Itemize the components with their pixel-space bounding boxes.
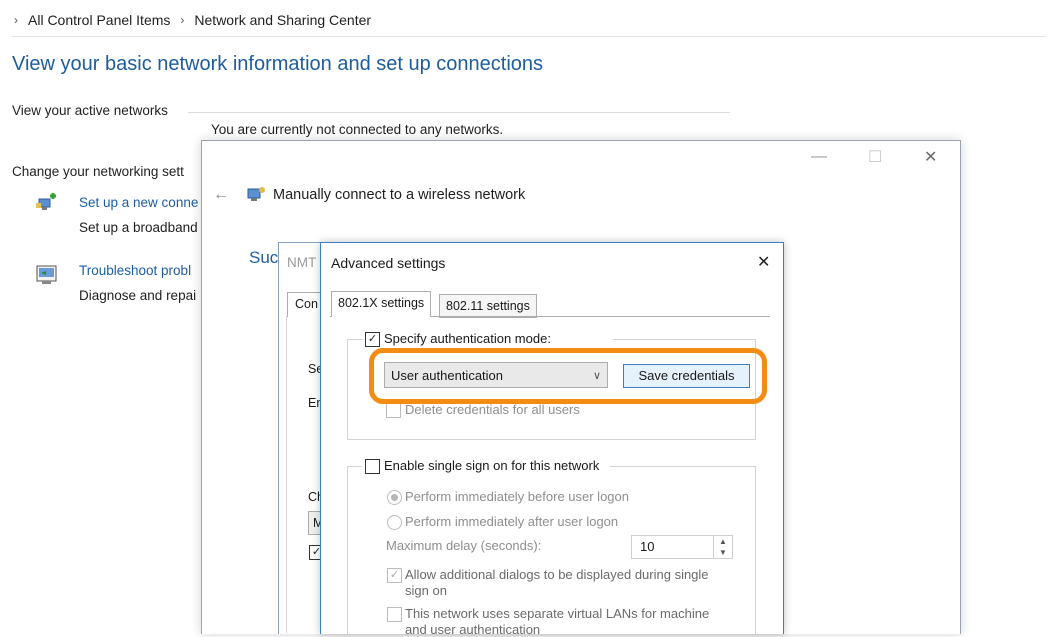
radio-after-logon[interactable] [387, 515, 402, 530]
task-desc-troubleshoot: Diagnose and repai [79, 288, 197, 303]
task-desc-setup-connection: Set up a broadband [79, 220, 198, 235]
sso-label: Enable single sign on for this network [384, 458, 600, 473]
tab-80211-label: 802.11 settings [446, 299, 530, 313]
advanced-dialog-title: Advanced settings [331, 255, 446, 271]
vlan-checkbox[interactable] [387, 607, 402, 622]
allow-dialogs-label-line2: sign on [405, 583, 447, 598]
advanced-close-icon[interactable]: ✕ [757, 252, 770, 272]
allow-dialogs-checkbox[interactable]: ✓ [387, 568, 402, 583]
max-delay-spinner[interactable]: 10 ▲ ▼ [631, 535, 733, 559]
breadcrumb-item-all-items[interactable]: All Control Panel Items [28, 12, 170, 28]
specify-auth-checkbox[interactable]: ✓ [365, 332, 380, 347]
wireless-network-icon [246, 186, 266, 204]
radio-before-logon[interactable] [387, 490, 402, 505]
troubleshoot-icon [36, 264, 58, 286]
tab-8021x-settings[interactable]: 802.1X settings [331, 291, 432, 317]
back-arrow-icon[interactable]: ← [213, 186, 229, 204]
active-networks-label: View your active networks [12, 103, 168, 118]
address-divider [12, 36, 1046, 37]
maximize-icon[interactable]: ☐ [868, 147, 882, 167]
allow-dialogs-label-line1: Allow additional dialogs to be displayed… [405, 567, 709, 582]
delete-credentials-checkbox[interactable] [386, 403, 401, 418]
minimize-icon[interactable]: — [811, 148, 827, 166]
sso-checkbox[interactable] [365, 459, 380, 474]
tab-80211-settings[interactable]: 802.11 settings [439, 294, 537, 318]
wizard-partial-heading: Suc [249, 248, 279, 267]
tab-8021x-label: 802.1X settings [338, 296, 425, 310]
chevron-down-icon: ∨ [592, 370, 601, 382]
breadcrumb: › All Control Panel Items › Network and … [14, 12, 371, 28]
section-divider [188, 112, 730, 113]
delete-credentials-label: Delete credentials for all users [405, 402, 580, 417]
tab-connection-label: Con [295, 297, 318, 311]
vlan-label-line2: and user authentication [405, 622, 541, 637]
vlan-label-line1: This network uses separate virtual LANs … [405, 606, 710, 621]
task-link-setup-connection[interactable]: Set up a new conne [79, 195, 198, 210]
radio-after-logon-label: Perform immediately after user logon [405, 514, 619, 529]
spinner-arrows-icon[interactable]: ▲ ▼ [713, 536, 732, 558]
radio-before-logon-label: Perform immediately before user logon [405, 489, 629, 504]
breadcrumb-item-network-center[interactable]: Network and Sharing Center [194, 12, 371, 28]
change-settings-label: Change your networking sett [12, 164, 184, 179]
breadcrumb-chevron-icon[interactable]: › [14, 13, 18, 27]
network-setup-icon [36, 193, 58, 213]
auth-mode-value: User authentication [391, 368, 504, 383]
breadcrumb-separator-icon[interactable]: › [180, 13, 184, 27]
auth-mode-select[interactable]: User authentication ∨ [384, 362, 608, 388]
save-credentials-button[interactable]: Save credentials [623, 364, 750, 388]
specify-auth-label: Specify authentication mode: [384, 331, 551, 346]
max-delay-value: 10 [640, 539, 655, 554]
props-title-partial: NMT [287, 255, 317, 270]
max-delay-label: Maximum delay (seconds): [386, 538, 542, 553]
wizard-title: Manually connect to a wireless network [273, 187, 526, 203]
not-connected-text: You are currently not connected to any n… [211, 122, 504, 137]
task-link-troubleshoot[interactable]: Troubleshoot probl [79, 263, 191, 278]
auth-mode-group [347, 339, 756, 440]
wizard-close-icon[interactable]: ✕ [924, 147, 937, 167]
page-title: View your basic network information and … [12, 53, 544, 75]
